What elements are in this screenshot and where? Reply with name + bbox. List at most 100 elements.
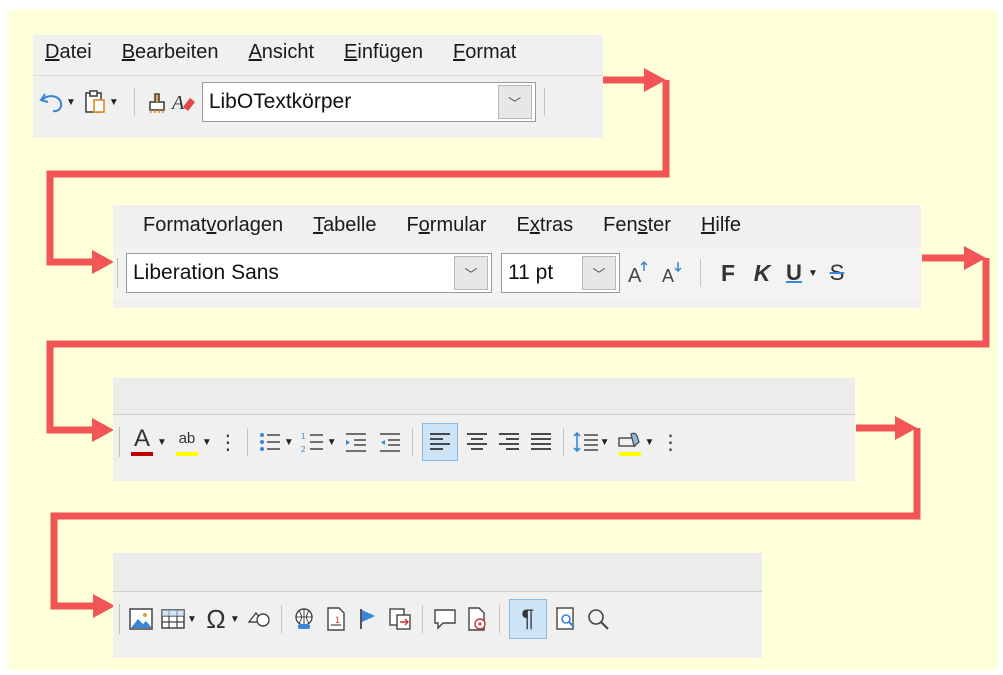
insert-cross-reference-icon[interactable] xyxy=(387,602,413,636)
paragraph-background-icon[interactable] xyxy=(616,425,644,459)
find-icon[interactable] xyxy=(585,602,611,636)
separator xyxy=(246,428,248,456)
empty-menu-area xyxy=(113,378,855,415)
menu-bar-2: Formatvorlagen Tabelle Formular Extras F… xyxy=(113,205,921,245)
insert-table-icon[interactable] xyxy=(160,602,186,636)
insert-table-dropdown-icon[interactable]: ▼ xyxy=(187,614,197,625)
strikethrough-label: S xyxy=(829,260,845,285)
menu-ansicht[interactable]: Ansicht xyxy=(248,41,314,64)
decrease-font-size-icon[interactable]: A xyxy=(660,256,686,290)
chevron-down-icon[interactable]: ﹀ xyxy=(582,256,616,290)
formatting-toolbar-part-2: A ▼ ab ▼ ⋮ ▼ 12 ▼ ▼ ▼ ⋮ xyxy=(113,416,855,468)
svg-text:A: A xyxy=(170,92,185,114)
toolbar-grip[interactable] xyxy=(119,604,122,634)
insert-image-icon[interactable] xyxy=(128,602,154,636)
decrease-indent-icon[interactable] xyxy=(377,425,403,459)
paragraph-style-combobox[interactable]: LibOTextkörper ﹀ xyxy=(201,82,536,122)
separator xyxy=(498,605,500,633)
paste-dropdown-icon[interactable]: ▼ xyxy=(109,97,119,108)
separator xyxy=(411,428,413,456)
font-color-icon[interactable]: A xyxy=(128,425,156,459)
unordered-list-dropdown-icon[interactable]: ▼ xyxy=(284,437,294,448)
align-right-icon[interactable] xyxy=(496,425,522,459)
special-character-icon[interactable]: Ω xyxy=(203,602,229,636)
chevron-down-icon[interactable]: ﹀ xyxy=(497,85,532,119)
separator xyxy=(280,605,282,633)
toolbar-grip[interactable] xyxy=(117,258,120,288)
separator xyxy=(133,88,135,116)
toolbar-panel-4: ▼ Ω ▼ 1 ¶ xyxy=(113,553,762,658)
menu-format[interactable]: Format xyxy=(453,41,516,64)
paragraph-style-value: LibOTextkörper xyxy=(208,90,352,113)
ordered-list-dropdown-icon[interactable]: ▼ xyxy=(327,437,337,448)
insert-hyperlink-icon[interactable] xyxy=(291,602,317,636)
underline-dropdown-icon[interactable]: ▼ xyxy=(808,268,818,279)
paragraph-background-dropdown-icon[interactable]: ▼ xyxy=(645,437,655,448)
line-spacing-icon[interactable] xyxy=(573,425,599,459)
increase-indent-icon[interactable] xyxy=(343,425,369,459)
menu-fenster[interactable]: Fenster xyxy=(603,214,671,237)
toolbar-panel-1: Datei Bearbeiten Ansicht Einfügen Format… xyxy=(33,35,603,138)
font-name-combobox[interactable]: Liberation Sans ﹀ xyxy=(126,253,492,293)
line-spacing-dropdown-icon[interactable]: ▼ xyxy=(600,437,610,448)
align-left-icon[interactable] xyxy=(421,423,458,461)
toolbar-panel-2: Formatvorlagen Tabelle Formular Extras F… xyxy=(113,205,921,308)
undo-dropdown-icon[interactable]: ▼ xyxy=(66,97,76,108)
justify-icon[interactable] xyxy=(528,425,554,459)
insert-comment-icon[interactable] xyxy=(432,602,458,636)
ordered-list-icon[interactable]: 12 xyxy=(300,425,326,459)
menu-formatvorlagen[interactable]: Formatvorlagen xyxy=(143,214,283,237)
svg-text:1: 1 xyxy=(335,615,340,625)
toolbar-grip[interactable] xyxy=(119,427,122,457)
track-changes-icon[interactable] xyxy=(464,602,490,636)
separator xyxy=(543,88,545,116)
unordered-list-icon[interactable] xyxy=(257,425,283,459)
separator xyxy=(421,605,423,633)
standard-toolbar-part-2: ▼ Ω ▼ 1 ¶ xyxy=(113,593,762,645)
italic-button[interactable]: K xyxy=(749,256,775,290)
font-size-value: 11 pt xyxy=(508,261,554,284)
clear-formatting-icon[interactable]: A xyxy=(170,85,196,119)
font-name-value: Liberation Sans xyxy=(133,261,279,284)
menu-formular[interactable]: Formular xyxy=(406,214,486,237)
chevron-down-icon[interactable]: ﹀ xyxy=(454,256,488,290)
underline-label: U xyxy=(786,260,802,285)
print-preview-icon[interactable] xyxy=(553,602,579,636)
increase-font-size-icon[interactable]: A xyxy=(626,256,652,290)
formatting-marks-icon[interactable]: ¶ xyxy=(508,599,547,639)
insert-bookmark-icon[interactable] xyxy=(355,602,381,636)
empty-menu-area xyxy=(113,553,762,592)
insert-footnote-icon[interactable]: 1 xyxy=(323,602,349,636)
highlighting-icon[interactable]: ab xyxy=(173,425,201,459)
menu-tabelle[interactable]: Tabelle xyxy=(313,214,376,237)
basic-shapes-icon[interactable] xyxy=(246,602,272,636)
align-center-icon[interactable] xyxy=(464,425,490,459)
svg-text:2: 2 xyxy=(301,445,306,453)
separator xyxy=(562,428,564,456)
separator xyxy=(700,259,701,287)
font-size-combobox[interactable]: 11 pt ﹀ xyxy=(501,253,620,293)
standard-toolbar-part-1: ▼ ▼ A LibOTextkörper ﹀ xyxy=(33,75,603,128)
highlighting-dropdown-icon[interactable]: ▼ xyxy=(202,437,212,448)
strikethrough-button[interactable]: S xyxy=(824,256,850,290)
font-color-dropdown-icon[interactable]: ▼ xyxy=(157,437,167,448)
menu-einfuegen[interactable]: Einfügen xyxy=(344,41,423,64)
menu-datei[interactable]: Datei xyxy=(45,41,92,64)
menu-bearbeiten[interactable]: Bearbeiten xyxy=(122,41,219,64)
paste-icon[interactable] xyxy=(82,85,108,119)
clone-formatting-icon[interactable] xyxy=(144,85,170,119)
font-color-letter: A xyxy=(133,425,150,452)
underline-button[interactable]: U xyxy=(781,256,807,290)
special-character-dropdown-icon[interactable]: ▼ xyxy=(230,614,240,625)
bold-button[interactable]: F xyxy=(715,256,741,290)
highlighting-letters: ab xyxy=(178,429,196,447)
svg-text:A: A xyxy=(662,266,674,286)
undo-icon[interactable] xyxy=(39,85,65,119)
menu-extras[interactable]: Extras xyxy=(516,214,573,237)
svg-text:A: A xyxy=(628,265,642,286)
menu-bar-1: Datei Bearbeiten Ansicht Einfügen Format xyxy=(33,35,603,69)
more-options-icon[interactable]: ⋮ xyxy=(660,425,680,459)
toolbar-panel-3: A ▼ ab ▼ ⋮ ▼ 12 ▼ ▼ ▼ ⋮ xyxy=(113,378,855,481)
menu-hilfe[interactable]: Hilfe xyxy=(701,214,741,237)
more-options-icon[interactable]: ⋮ xyxy=(218,425,238,459)
